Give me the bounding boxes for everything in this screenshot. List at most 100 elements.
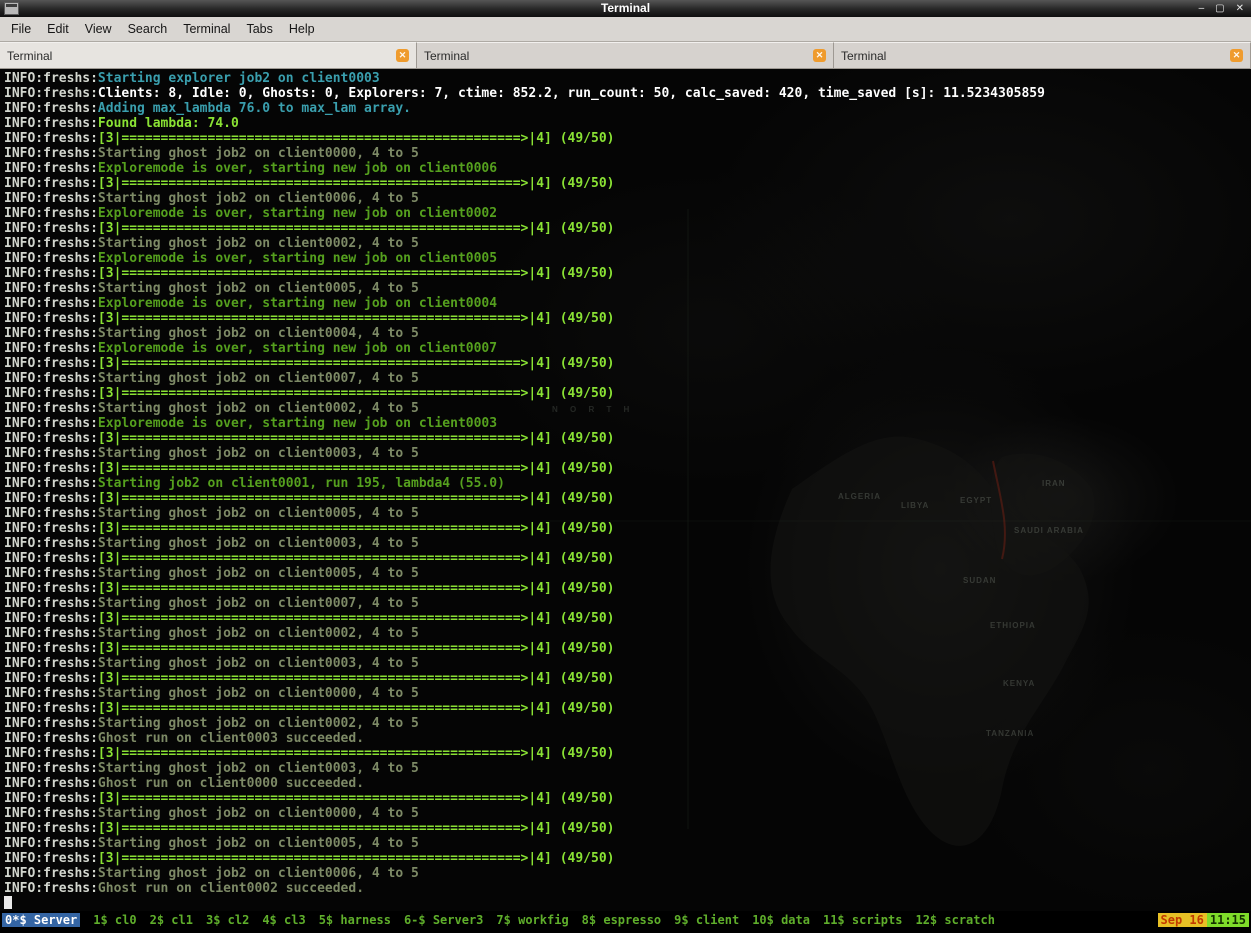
log-prefix: INFO:freshs:: [4, 701, 98, 716]
terminal-screen[interactable]: N O R T H ALGERIA LIBYA EGYPT IRAN SAUDI ARAB…: [0, 69, 1251, 911]
tab-terminal-3[interactable]: Terminal ✕: [834, 42, 1251, 68]
log-prefix: INFO:freshs:: [4, 446, 98, 461]
status-date: Sep 16: [1157, 913, 1207, 927]
terminal-line: INFO:freshs:Clients: 8, Idle: 0, Ghosts:…: [4, 86, 1251, 101]
log-prefix: INFO:freshs:: [4, 731, 98, 746]
terminal-line: INFO:freshs:Adding max_lambda 76.0 to ma…: [4, 101, 1251, 116]
log-prefix: INFO:freshs:: [4, 761, 98, 776]
screen-status-bar: 0*$ Server 1$ cl0 2$ cl1 3$ cl2 4$ cl3 5$ har…: [0, 911, 1251, 929]
log-prefix: INFO:freshs:: [4, 206, 98, 221]
tab-label: Terminal: [7, 48, 53, 63]
log-message: Starting ghost job2 on client0000, 4 to …: [97, 146, 419, 161]
terminal-line: INFO:freshs:[3|=========================…: [4, 746, 1251, 761]
title-bar[interactable]: Terminal – ▢ ✕: [0, 0, 1251, 17]
terminal-line: INFO:freshs:Starting ghost job2 on clien…: [4, 506, 1251, 521]
terminal-line: INFO:freshs:Exploremode is over, startin…: [4, 251, 1251, 266]
terminal-line: INFO:freshs:[3|=========================…: [4, 671, 1251, 686]
terminal-line: INFO:freshs:[3|=========================…: [4, 176, 1251, 191]
terminal-line: INFO:freshs:[3|=========================…: [4, 221, 1251, 236]
terminal-line: INFO:freshs:Exploremode is over, startin…: [4, 341, 1251, 356]
tab-terminal-1[interactable]: Terminal ✕: [0, 42, 417, 68]
log-message: [3|=====================================…: [97, 431, 615, 446]
screen-window-2: 2$ cl1: [149, 913, 193, 927]
log-prefix: INFO:freshs:: [4, 416, 98, 431]
log-prefix: INFO:freshs:: [4, 221, 98, 236]
terminal-line: INFO:freshs:Starting ghost job2 on clien…: [4, 281, 1251, 296]
window-bottom-border: [0, 929, 1251, 933]
log-prefix: INFO:freshs:: [4, 521, 98, 536]
log-prefix: INFO:freshs:: [4, 596, 98, 611]
log-message: [3|=====================================…: [97, 461, 615, 476]
tab-terminal-2[interactable]: Terminal ✕: [417, 42, 834, 68]
maximize-icon[interactable]: ▢: [1215, 0, 1224, 17]
log-message: Adding max_lambda 76.0 to max_lam array.: [97, 101, 411, 116]
log-prefix: INFO:freshs:: [4, 581, 98, 596]
log-prefix: INFO:freshs:: [4, 806, 98, 821]
log-message: Ghost run on client0000 succeeded.: [97, 776, 365, 791]
terminal-line: INFO:freshs:[3|=========================…: [4, 821, 1251, 836]
screen-window-5: 5$ harness: [318, 913, 391, 927]
log-prefix: INFO:freshs:: [4, 131, 98, 146]
terminal-line: INFO:freshs:Starting ghost job2 on clien…: [4, 401, 1251, 416]
log-message: [3|=====================================…: [97, 521, 615, 536]
menu-item-file[interactable]: File: [3, 19, 39, 39]
log-message: Starting ghost job2 on client0002, 4 to …: [97, 626, 419, 641]
log-message: Ghost run on client0002 succeeded.: [97, 881, 365, 896]
terminal-line: INFO:freshs:Starting ghost job2 on clien…: [4, 686, 1251, 701]
log-message: Starting ghost job2 on client0002, 4 to …: [97, 716, 419, 731]
terminal-line: INFO:freshs:Starting ghost job2 on clien…: [4, 806, 1251, 821]
log-prefix: INFO:freshs:: [4, 431, 98, 446]
log-message: Starting ghost job2 on client0002, 4 to …: [97, 236, 419, 251]
menu-item-terminal[interactable]: Terminal: [175, 19, 238, 39]
log-message: [3|=====================================…: [97, 791, 615, 806]
log-prefix: INFO:freshs:: [4, 371, 98, 386]
log-prefix: INFO:freshs:: [4, 611, 98, 626]
terminal-line: INFO:freshs:Starting ghost job2 on clien…: [4, 371, 1251, 386]
log-message: Starting job2 on client0001, run 195, la…: [97, 476, 505, 491]
log-message: Ghost run on client0003 succeeded.: [97, 731, 365, 746]
log-message: Exploremode is over, starting new job on…: [97, 161, 498, 176]
log-prefix: INFO:freshs:: [4, 236, 98, 251]
menu-item-tabs[interactable]: Tabs: [238, 19, 280, 39]
close-tab-icon[interactable]: ✕: [813, 49, 826, 62]
terminal-line: INFO:freshs:Starting ghost job2 on clien…: [4, 836, 1251, 851]
minimize-icon[interactable]: –: [1199, 0, 1205, 17]
log-prefix: INFO:freshs:: [4, 311, 98, 326]
screen-window-10: 10$ data: [752, 913, 810, 927]
terminal-line: INFO:freshs:Ghost run on client0002 succ…: [4, 881, 1251, 896]
close-tab-icon[interactable]: ✕: [396, 49, 409, 62]
log-prefix: INFO:freshs:: [4, 476, 98, 491]
log-message: [3|=====================================…: [97, 851, 615, 866]
log-message: [3|=====================================…: [97, 311, 615, 326]
log-message: Starting ghost job2 on client0002, 4 to …: [97, 401, 419, 416]
menu-item-help[interactable]: Help: [281, 19, 323, 39]
menu-item-view[interactable]: View: [77, 19, 120, 39]
log-message: Starting ghost job2 on client0003, 4 to …: [97, 656, 419, 671]
log-prefix: INFO:freshs:: [4, 161, 98, 176]
screen-window-9: 9$ client: [674, 913, 740, 927]
log-prefix: INFO:freshs:: [4, 296, 98, 311]
log-prefix: INFO:freshs:: [4, 191, 98, 206]
log-message: Exploremode is over, starting new job on…: [97, 416, 498, 431]
log-prefix: INFO:freshs:: [4, 686, 98, 701]
log-message: Starting ghost job2 on client0006, 4 to …: [97, 191, 419, 206]
terminal-line: INFO:freshs:[3|=========================…: [4, 851, 1251, 866]
log-message: Exploremode is over, starting new job on…: [97, 341, 498, 356]
log-message: [3|=====================================…: [97, 176, 615, 191]
log-message: [3|=====================================…: [97, 641, 615, 656]
log-prefix: INFO:freshs:: [4, 746, 98, 761]
terminal-line: INFO:freshs:[3|=========================…: [4, 386, 1251, 401]
log-message: [3|=====================================…: [97, 491, 615, 506]
close-icon[interactable]: ✕: [1236, 0, 1244, 17]
menu-item-edit[interactable]: Edit: [39, 19, 77, 39]
log-prefix: INFO:freshs:: [4, 266, 98, 281]
menu-item-search[interactable]: Search: [120, 19, 176, 39]
terminal-line: INFO:freshs:[3|=========================…: [4, 356, 1251, 371]
close-tab-icon[interactable]: ✕: [1230, 49, 1243, 62]
screen-window-6: 6-$ Server3: [403, 913, 484, 927]
terminal-line: INFO:freshs:Starting ghost job2 on clien…: [4, 191, 1251, 206]
terminal-line: INFO:freshs:Exploremode is over, startin…: [4, 161, 1251, 176]
terminal-line: INFO:freshs:Starting ghost job2 on clien…: [4, 596, 1251, 611]
terminal-line: INFO:freshs:Exploremode is over, startin…: [4, 296, 1251, 311]
terminal-line: INFO:freshs:Ghost run on client0000 succ…: [4, 776, 1251, 791]
